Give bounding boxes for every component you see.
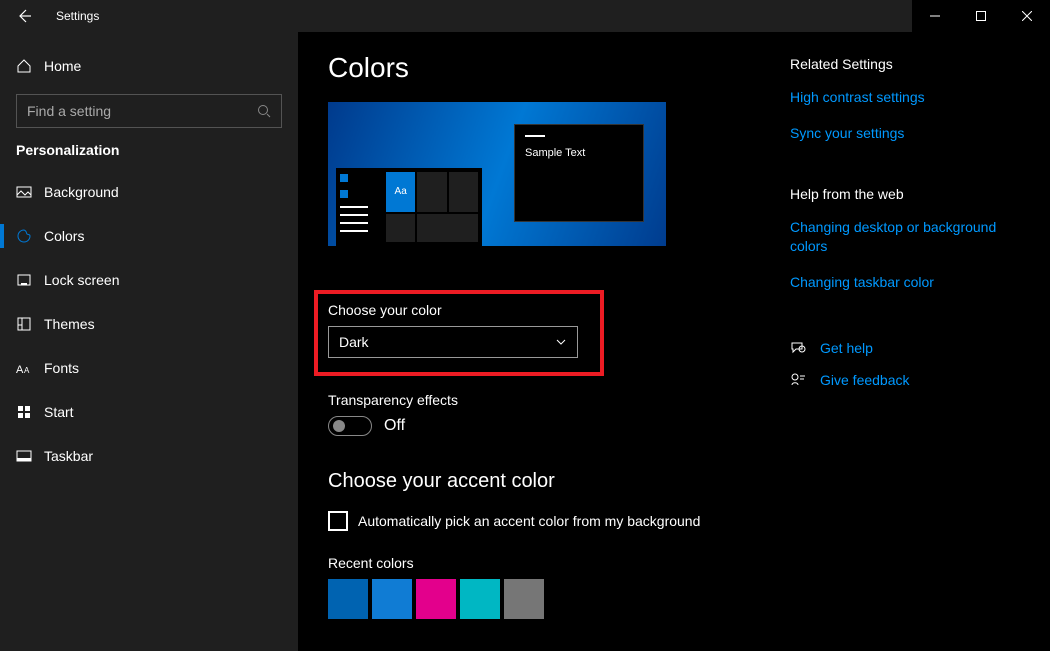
sidebar: Home Find a setting Personalization Back…: [0, 32, 298, 651]
sidebar-item-background[interactable]: Background: [0, 170, 298, 214]
link-high-contrast[interactable]: High contrast settings: [790, 88, 1020, 106]
choose-color-value: Dark: [339, 334, 369, 350]
close-icon: [1022, 11, 1032, 21]
sidebar-item-taskbar[interactable]: Taskbar: [0, 434, 298, 478]
color-preview: Sample Text Aa: [328, 102, 666, 262]
toggle-knob: [333, 420, 345, 432]
themes-icon: [16, 316, 44, 332]
maximize-icon: [976, 11, 986, 21]
main-column: Colors Sample Text Aa: [328, 52, 770, 631]
link-changing-taskbar[interactable]: Changing taskbar color: [790, 273, 1020, 291]
sidebar-section: Personalization: [0, 138, 298, 170]
color-swatch[interactable]: [504, 579, 544, 619]
sidebar-item-label: Themes: [44, 316, 95, 332]
sidebar-item-label: Colors: [44, 228, 84, 244]
taskbar-icon: [16, 448, 44, 464]
search-icon: [257, 104, 271, 118]
sidebar-item-themes[interactable]: Themes: [0, 302, 298, 346]
lockscreen-icon: [16, 272, 44, 288]
sidebar-item-colors[interactable]: Colors: [0, 214, 298, 258]
window-title: Settings: [56, 9, 99, 23]
svg-text:A: A: [16, 364, 24, 375]
home-icon: [16, 58, 44, 74]
window-controls: [912, 0, 1050, 32]
settings-window: Settings Home Find a setting Personaliza…: [0, 0, 1050, 651]
link-changing-desktop[interactable]: Changing desktop or background colors: [790, 218, 1020, 254]
svg-text:A: A: [24, 366, 30, 375]
auto-pick-label: Automatically pick an accent color from …: [358, 513, 700, 529]
transparency-toggle[interactable]: [328, 416, 372, 436]
auto-pick-checkbox[interactable]: [328, 511, 348, 531]
preview-tile-aa: Aa: [386, 172, 415, 212]
color-swatch[interactable]: [416, 579, 456, 619]
fonts-icon: AA: [16, 361, 44, 375]
choose-color-label: Choose your color: [328, 302, 590, 318]
search-placeholder: Find a setting: [27, 103, 111, 119]
minimize-icon: [930, 11, 940, 21]
preview-accent-bar: [525, 135, 545, 137]
color-swatch[interactable]: [460, 579, 500, 619]
preview-start-menu: Aa: [336, 168, 482, 246]
color-swatch[interactable]: [328, 579, 368, 619]
help-heading: Help from the web: [790, 186, 1020, 202]
recent-colors: [328, 579, 770, 619]
right-column: Related Settings High contrast settings …: [790, 52, 1020, 631]
search-input[interactable]: Find a setting: [16, 94, 282, 128]
sidebar-item-label: Start: [44, 404, 74, 420]
sidebar-home[interactable]: Home: [0, 44, 298, 88]
picture-icon: [16, 184, 44, 200]
color-swatch[interactable]: [372, 579, 412, 619]
choose-color-dropdown[interactable]: Dark: [328, 326, 578, 358]
link-sync-settings[interactable]: Sync your settings: [790, 124, 1020, 142]
sidebar-item-fonts[interactable]: AA Fonts: [0, 346, 298, 390]
transparency-state: Off: [384, 417, 405, 435]
titlebar: Settings: [0, 0, 1050, 32]
chevron-down-icon: [555, 336, 567, 348]
sidebar-item-lockscreen[interactable]: Lock screen: [0, 258, 298, 302]
highlighted-region: Choose your color Dark: [314, 290, 604, 376]
arrow-left-icon: [16, 8, 32, 24]
content-area: Colors Sample Text Aa: [298, 32, 1050, 651]
sidebar-home-label: Home: [44, 58, 81, 74]
close-button[interactable]: [1004, 0, 1050, 32]
preview-sample-text: Sample Text: [525, 147, 585, 159]
chat-icon: [790, 340, 806, 356]
minimize-button[interactable]: [912, 0, 958, 32]
palette-icon: [16, 228, 44, 244]
transparency-label: Transparency effects: [328, 392, 770, 408]
start-icon: [16, 404, 44, 420]
back-button[interactable]: [0, 0, 48, 32]
sidebar-item-label: Background: [44, 184, 119, 200]
page-title: Colors: [328, 52, 770, 84]
sidebar-item-start[interactable]: Start: [0, 390, 298, 434]
related-settings-heading: Related Settings: [790, 56, 1020, 72]
recent-colors-label: Recent colors: [328, 555, 770, 571]
accent-heading: Choose your accent color: [328, 470, 770, 493]
link-give-feedback[interactable]: Give feedback: [820, 371, 910, 389]
sidebar-item-label: Lock screen: [44, 272, 119, 288]
sidebar-item-label: Fonts: [44, 360, 79, 376]
feedback-icon: [790, 372, 806, 388]
sidebar-item-label: Taskbar: [44, 448, 93, 464]
maximize-button[interactable]: [958, 0, 1004, 32]
preview-sample-window: Sample Text: [514, 124, 644, 222]
preview-taskbar: [328, 246, 666, 262]
link-get-help[interactable]: Get help: [820, 339, 873, 357]
